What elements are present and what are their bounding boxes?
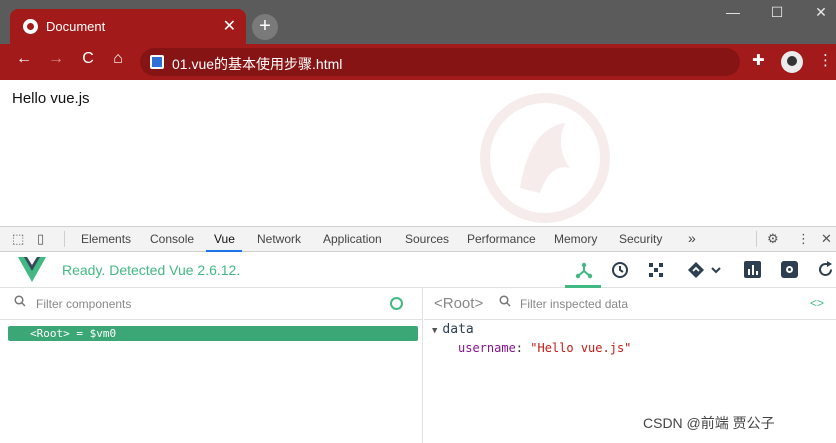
home-icon[interactable]: ⌂ xyxy=(106,50,130,68)
minimize-icon[interactable]: — xyxy=(718,4,748,20)
tab-title: Document xyxy=(46,19,106,34)
tab-application[interactable]: Application xyxy=(323,232,382,246)
new-tab-button[interactable]: + xyxy=(252,14,278,40)
data-property-row[interactable]: username: "Hello vue.js" xyxy=(458,341,631,355)
browser-tab[interactable]: Document ✕ xyxy=(10,9,246,44)
address-bar[interactable]: 01.vue的基本使用步骤.html xyxy=(140,48,740,76)
file-icon xyxy=(150,55,164,69)
data-key: username xyxy=(458,341,516,355)
profile-avatar[interactable] xyxy=(781,51,803,73)
triangle-down-icon: ▼ xyxy=(432,326,438,336)
vue-logo-icon xyxy=(18,257,46,282)
more-tabs-icon[interactable]: » xyxy=(688,230,696,246)
tab-elements[interactable]: Elements xyxy=(81,232,131,246)
inspect-element-icon[interactable]: ⬚ xyxy=(12,231,24,247)
browser-window: Document ✕ + — ☐ ✕ ← → C ⌂ 01.vue的基本使用步骤… xyxy=(0,0,836,443)
tab-close-icon[interactable]: ✕ xyxy=(223,16,236,36)
tab-sources[interactable]: Sources xyxy=(405,232,449,246)
page-text: Hello vue.js xyxy=(12,90,90,107)
devtools-tab-bar: ⬚ ▯ Elements Console Vue Network Applica… xyxy=(0,226,836,252)
devtools-close-icon[interactable]: ✕ xyxy=(821,231,832,247)
component-tree-row[interactable]: <Root> = $vm0 xyxy=(8,326,418,341)
events-icon[interactable] xyxy=(687,261,705,279)
history-icon[interactable] xyxy=(611,261,629,279)
code-icon[interactable]: <> xyxy=(810,296,824,310)
root-node-label: <Root> = $vm0 xyxy=(30,327,117,340)
search-icon xyxy=(14,295,26,307)
page-content: Hello vue.js xyxy=(0,80,836,226)
reload-icon[interactable]: C xyxy=(76,50,100,68)
vue-status-text: Ready. Detected Vue 2.6.12. xyxy=(62,262,241,278)
data-section-toggle[interactable]: ▼ data xyxy=(432,322,474,337)
maximize-icon[interactable]: ☐ xyxy=(762,4,792,21)
csdn-watermark: CSDN @前端 贾公子 xyxy=(643,415,775,431)
vue-devtools-header: Ready. Detected Vue 2.6.12. xyxy=(0,252,836,288)
refresh-icon[interactable] xyxy=(817,261,834,278)
data-section-label: data xyxy=(442,322,474,337)
tab-vue[interactable]: Vue xyxy=(214,232,235,246)
window-close-icon[interactable]: ✕ xyxy=(806,4,836,21)
url-text: 01.vue的基本使用步骤.html xyxy=(172,56,343,72)
tab-divider xyxy=(756,231,757,247)
inspector-header: <Root> Filter inspected data <> xyxy=(424,288,836,320)
inspected-component-label: <Root> xyxy=(434,295,484,312)
filter-inspected-data-input[interactable]: Filter inspected data xyxy=(520,297,628,311)
tab-console[interactable]: Console xyxy=(150,232,194,246)
data-colon: : xyxy=(515,341,531,355)
select-component-icon[interactable] xyxy=(390,297,403,310)
chevron-down-icon[interactable] xyxy=(710,264,722,276)
data-value[interactable]: "Hello vue.js" xyxy=(530,341,631,355)
extensions-icon[interactable]: ✚ xyxy=(752,51,765,69)
forward-icon[interactable]: → xyxy=(44,50,68,68)
background-logo-icon xyxy=(480,93,610,223)
tab-divider xyxy=(64,231,65,247)
components-pane: Filter components <Root> = $vm0 xyxy=(0,288,423,443)
title-bar: Document ✕ + — ☐ ✕ xyxy=(0,0,836,44)
devtools-menu-icon[interactable]: ⋮ xyxy=(797,231,810,247)
vuex-icon[interactable] xyxy=(647,261,665,279)
components-icon[interactable] xyxy=(575,261,593,279)
back-icon[interactable]: ← xyxy=(12,50,36,68)
device-toolbar-icon[interactable]: ▯ xyxy=(37,231,44,247)
filter-components-input[interactable]: Filter components xyxy=(36,297,131,311)
tab-network[interactable]: Network xyxy=(257,232,301,246)
chrome-tab-icon xyxy=(23,19,38,34)
search-icon xyxy=(499,295,511,307)
tab-performance[interactable]: Performance xyxy=(467,232,536,246)
perf-icon[interactable] xyxy=(744,261,761,278)
tab-security[interactable]: Security xyxy=(619,232,662,246)
component-filter[interactable]: Filter components xyxy=(0,288,423,320)
settings-icon[interactable] xyxy=(781,261,798,278)
browser-toolbar: ← → C ⌂ 01.vue的基本使用步骤.html ✚ ⋮ xyxy=(0,44,836,80)
devtools-settings-icon[interactable]: ⚙ xyxy=(767,231,779,247)
browser-menu-icon[interactable]: ⋮ xyxy=(818,51,833,69)
tab-memory[interactable]: Memory xyxy=(554,232,597,246)
